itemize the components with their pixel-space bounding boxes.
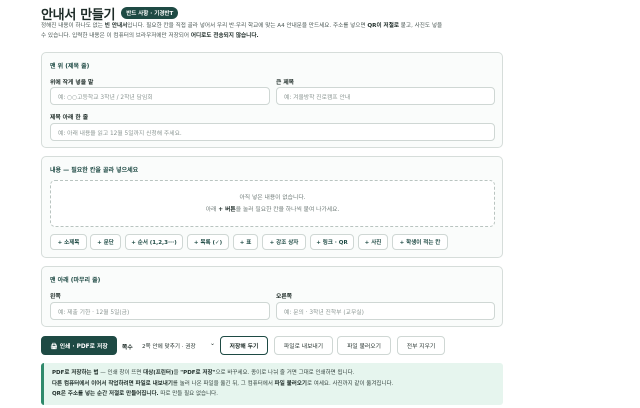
content-section-card: 내용 — 필요한 칸을 골라 넣으세요 아직 넣은 내용이 없습니다. 아래 +… bbox=[41, 156, 503, 258]
export-file-button[interactable]: 파일로 내보내기 bbox=[274, 336, 333, 355]
note-bold: 다른 컴퓨터에서 이어서 작업하려면 파일로 내보내기 bbox=[52, 380, 173, 387]
content-section-title: 내용 — 필요한 칸을 골라 넣으세요 bbox=[50, 167, 139, 174]
field-label-footer-right: 오른쪽 bbox=[276, 294, 292, 300]
title-badge: 반드 사항 · 기경반T bbox=[121, 7, 179, 19]
page-title: 안내서 만들기 bbox=[41, 7, 116, 23]
note-bold: 대상(프린터) bbox=[143, 370, 174, 376]
chevron-down-icon: ⌄ bbox=[209, 340, 215, 347]
subtitle-input[interactable]: 예: 아래 내용을 읽고 12월 5일까지 신청해 주세요. bbox=[50, 123, 495, 141]
note-text: — 인쇄 창이 뜨면 bbox=[98, 370, 144, 376]
page-count-select[interactable]: 2쪽 안에 맞추기 · 권장 ⌄ bbox=[138, 337, 218, 354]
empty-content-placeholder: 아직 넣은 내용이 없습니다. 아래 + 버튼을 눌러 필요한 칸을 하나씩 붙… bbox=[50, 180, 495, 227]
top-section-card: 맨 위 (제목 줄) 위에 작게 넣을 말 예: ○○고등학교 3학년 / 2학… bbox=[41, 52, 503, 148]
empty-message: 아직 넣은 내용이 없습니다. bbox=[239, 195, 306, 201]
intro-text-part: 붙고, 사진도 넣을 bbox=[399, 23, 443, 29]
intro-bold: 빈 안내서 bbox=[104, 23, 128, 29]
note-bold: PDF로 저장하는 법 bbox=[52, 370, 99, 376]
field-label-footer-left: 왼쪽 bbox=[50, 294, 61, 300]
footer-right-input[interactable]: 예: 문의 · 3학년 진학부 (교무실) bbox=[276, 302, 495, 320]
intro-text: 정해진 내용이 하나도 없는 빈 안내서입니다. 필요한 칸을 직접 골라 넣어… bbox=[41, 22, 503, 41]
save-button[interactable]: 저장해 두기 bbox=[220, 336, 268, 355]
help-note: PDF로 저장하는 법 — 인쇄 창이 뜨면 대상(프린터)을 "PDF로 저장… bbox=[41, 363, 503, 405]
empty-hint-bold: + 버튼 bbox=[218, 207, 236, 213]
note-bold: 파일 불러오기 bbox=[274, 380, 307, 387]
add-paragraph-button[interactable]: + 문단 bbox=[90, 234, 121, 250]
intro-bold: QR이 저절로 bbox=[367, 23, 399, 29]
clear-all-button[interactable]: 전부 지우기 bbox=[397, 336, 445, 355]
add-subheading-button[interactable]: + 소제목 bbox=[50, 234, 87, 250]
footer-left-input[interactable]: 예: 제출 기한 · 12월 5일(금) bbox=[50, 302, 270, 320]
import-file-button[interactable]: 파일 불러오기 bbox=[337, 336, 391, 355]
empty-hint-part: 을 눌러 필요한 칸을 하나씩 붙여 나가세요. bbox=[235, 207, 340, 213]
note-text: 으로 바꾸세요. 종이로 나눠 줄 거면 그대로 인쇄하면 됩니다. bbox=[215, 370, 355, 376]
note-bold: QR은 주소를 넣는 순간 저절로 만들어집니다. bbox=[52, 391, 159, 398]
note-bold: "PDF로 저장" bbox=[180, 370, 216, 376]
add-checklist-button[interactable]: + 목록 (✓) bbox=[187, 234, 229, 250]
field-label-subtitle: 제목 아래 한 줄 bbox=[50, 115, 89, 121]
page-count-value: 2쪽 안에 맞추기 · 권장 bbox=[142, 343, 196, 350]
bottom-section-title: 맨 아래 (마무리 줄) bbox=[50, 277, 101, 284]
top-section-title: 맨 위 (제목 줄) bbox=[50, 63, 90, 70]
bottom-section-card: 맨 아래 (마무리 줄) 왼쪽 예: 제출 기한 · 12월 5일(금) 오른쪽… bbox=[41, 266, 503, 327]
print-pdf-button[interactable]: 🖨 인쇄 · PDF로 저장 bbox=[41, 336, 117, 355]
empty-hint-part: 아래 bbox=[205, 207, 219, 213]
add-callout-button[interactable]: + 강조 상자 bbox=[262, 234, 306, 250]
page-count-label: 쪽수 bbox=[122, 345, 133, 351]
note-text: 로 여세요. 사진까지 같이 옮겨집니다. bbox=[306, 380, 394, 387]
add-student-field-button[interactable]: + 학생이 적는 칸 bbox=[392, 234, 448, 250]
intro-bold: 어디로도 전송되지 않습니다. bbox=[190, 32, 259, 39]
add-ordered-list-button[interactable]: + 순서 (1,2,3···) bbox=[125, 234, 183, 250]
note-text: 따로 만들 필요 없습니다. bbox=[158, 391, 218, 398]
field-label-main-title: 큰 제목 bbox=[276, 80, 295, 86]
main-title-input[interactable]: 예: 겨울방학 진로캠프 안내 bbox=[276, 87, 495, 105]
field-label-small-top: 위에 작게 넣을 말 bbox=[50, 80, 94, 86]
page-header: 안내서 만들기 반드 사항 · 기경반T bbox=[41, 5, 179, 23]
intro-text-part: 수 있습니다. 입력한 내용은 이 컴퓨터의 브라우저에만 저장되어 bbox=[41, 32, 191, 39]
add-link-qr-button[interactable]: + 링크 · QR bbox=[310, 234, 354, 250]
note-line-1: PDF로 저장하는 법 — 인쇄 창이 뜨면 대상(프린터)을 "PDF로 저장… bbox=[52, 368, 503, 379]
small-top-text-input[interactable]: 예: ○○고등학교 3학년 / 2학년 담임회 bbox=[50, 87, 270, 105]
add-table-button[interactable]: + 표 bbox=[233, 234, 258, 250]
empty-hint: 아래 + 버튼을 눌러 필요한 칸을 하나씩 붙여 나가세요. bbox=[51, 204, 494, 216]
add-photo-button[interactable]: + 사진 bbox=[358, 234, 388, 250]
note-text: 를 눌러 나온 파일을 옮긴 뒤, 그 컴퓨터에서 bbox=[172, 380, 275, 387]
note-line-2: 다른 컴퓨터에서 이어서 작업하려면 파일로 내보내기를 눌러 나온 파일을 옮… bbox=[52, 379, 503, 390]
note-line-3: QR은 주소를 넣는 순간 저절로 만들어집니다. 따로 만들 필요 없습니다. bbox=[52, 389, 503, 400]
intro-text-part: 정해진 내용이 하나도 없는 bbox=[41, 23, 105, 29]
intro-text-part: 입니다. 필요한 칸을 직접 골라 넣어서 우리 반·우리 학교에 맞는 A4 … bbox=[127, 23, 368, 29]
